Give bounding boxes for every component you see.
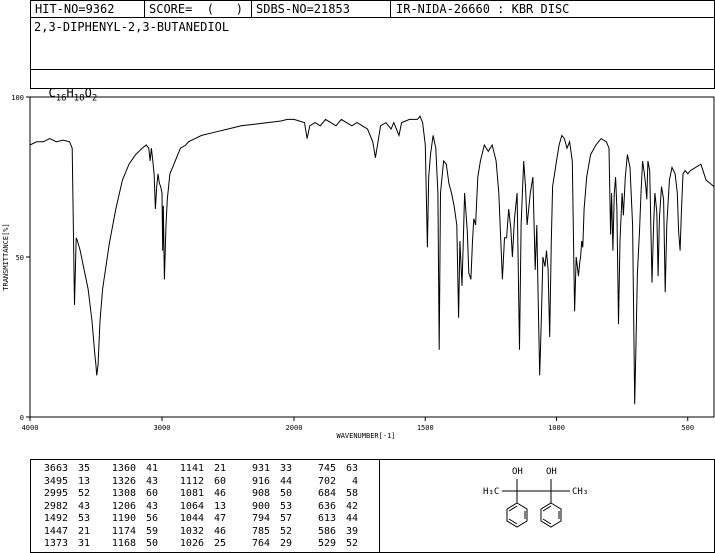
x-axis-label: WAVENUMBER[-1] xyxy=(336,432,395,440)
right-phenyl-ring xyxy=(540,502,562,528)
oh-label-right: OH xyxy=(546,467,557,477)
peak-wavenumber: 1360 xyxy=(111,463,136,474)
peak-wavenumber: 1492 xyxy=(43,513,68,524)
x-tick-label: 500 xyxy=(681,424,694,432)
peak-wavenumber: 1326 xyxy=(111,475,136,487)
peak-wavenumber: 931 xyxy=(251,463,270,474)
peak-transmittance: 44 xyxy=(279,475,292,487)
peak-transmittance: 35 xyxy=(77,463,90,474)
peak-wavenumber: 764 xyxy=(251,538,270,549)
peak-transmittance: 57 xyxy=(279,513,292,524)
peak-wavenumber: 745 xyxy=(317,463,336,474)
peak-wavenumber: 1174 xyxy=(111,525,136,537)
ch3-label-right: CH₃ xyxy=(572,487,588,497)
peak-transmittance: 47 xyxy=(213,513,226,524)
peak-wavenumber: 1064 xyxy=(179,500,204,512)
peak-wavenumber: 1081 xyxy=(179,488,204,499)
peak-transmittance: 60 xyxy=(145,488,158,499)
spectrum-line xyxy=(29,115,715,405)
y-tick-label: 0 xyxy=(20,414,24,422)
peak-transmittance: 63 xyxy=(345,463,358,474)
peak-wavenumber: 1373 xyxy=(43,538,68,549)
peak-wavenumber: 1026 xyxy=(179,538,204,549)
peak-wavenumber: 1032 xyxy=(179,525,204,537)
peak-wavenumber: 636 xyxy=(317,500,336,512)
peak-transmittance: 13 xyxy=(213,500,226,512)
peak-transmittance: 13 xyxy=(77,475,90,487)
left-phenyl-ring xyxy=(506,502,528,528)
peak-wavenumber: 3495 xyxy=(43,475,68,487)
peak-transmittance: 56 xyxy=(145,513,158,524)
peak-wavenumber: 2995 xyxy=(43,488,68,499)
peak-wavenumber: 1308 xyxy=(111,488,136,499)
peak-transmittance: 39 xyxy=(345,525,358,537)
peak-wavenumber: 586 xyxy=(317,525,336,537)
peak-transmittance: 43 xyxy=(77,500,90,512)
x-tick-label: 3000 xyxy=(154,424,171,432)
x-tick-label: 1500 xyxy=(417,424,434,432)
ir-spectrum-chart: 4000 3000 2000 1500 1000 500100500WAVENUMBER[… xyxy=(2,94,715,440)
peak-wavenumber: 1168 xyxy=(111,538,136,549)
peak-wavenumber: 1112 xyxy=(179,475,204,487)
peak-transmittance: 46 xyxy=(213,525,226,537)
x-tick-label: 4000 xyxy=(22,424,39,432)
peak-transmittance: 31 xyxy=(77,538,90,549)
peak-transmittance: 59 xyxy=(145,525,158,537)
peak-transmittance: 44 xyxy=(345,513,358,524)
peak-wavenumber: 3663 xyxy=(43,463,68,474)
peak-wavenumber: 529 xyxy=(317,538,336,549)
peak-wavenumber: 2982 xyxy=(43,500,68,512)
peak-transmittance: 60 xyxy=(213,475,226,487)
peak-transmittance: 52 xyxy=(345,538,358,549)
peak-transmittance: 25 xyxy=(213,538,226,549)
y-axis-label: TRANSMITTANCE[%] xyxy=(2,223,10,290)
peak-transmittance: 41 xyxy=(145,463,158,474)
y-tick-label: 100 xyxy=(11,94,24,102)
peak-wavenumber: 1206 xyxy=(111,500,136,512)
y-tick-label: 50 xyxy=(16,254,24,262)
peak-wavenumber: 900 xyxy=(251,500,270,512)
ch3-label-left: H₃C xyxy=(483,487,499,497)
oh-label-left: OH xyxy=(512,467,523,477)
peak-wavenumber: 785 xyxy=(251,525,270,537)
peak-transmittance: 43 xyxy=(145,500,158,512)
peak-wavenumber: 794 xyxy=(251,513,270,524)
peak-wavenumber: 916 xyxy=(251,475,270,487)
peak-transmittance: 43 xyxy=(145,475,158,487)
x-tick-label: 2000 xyxy=(286,424,303,432)
peak-transmittance: 29 xyxy=(279,538,292,549)
plot-frame xyxy=(29,96,715,418)
peak-wavenumber: 1044 xyxy=(179,513,204,524)
peak-wavenumber: 1190 xyxy=(111,513,136,524)
peak-wavenumber: 684 xyxy=(317,488,336,499)
x-tick-label: 1000 xyxy=(548,424,565,432)
peak-transmittance: 52 xyxy=(279,525,292,537)
peak-transmittance: 42 xyxy=(345,500,358,512)
peak-wavenumber: 702 xyxy=(317,475,336,487)
molecular-structure: OH OH H₃C CH₃ xyxy=(483,467,588,528)
peak-wavenumber: 1141 xyxy=(179,463,204,474)
peak-transmittance: 52 xyxy=(77,488,90,499)
peak-wavenumber: 908 xyxy=(251,488,270,499)
peak-transmittance: 50 xyxy=(279,488,292,499)
peak-transmittance: 33 xyxy=(279,463,292,474)
peak-transmittance: 58 xyxy=(345,488,358,499)
peak-transmittance: 46 xyxy=(213,488,226,499)
peak-transmittance: 21 xyxy=(213,463,226,474)
peak-wavenumber: 1447 xyxy=(43,525,68,537)
peak-transmittance: 50 xyxy=(145,538,158,549)
peak-transmittance: 21 xyxy=(77,525,90,537)
peak-wavenumber: 613 xyxy=(317,513,336,524)
peak-transmittance: 4 xyxy=(351,475,358,487)
peak-transmittance: 53 xyxy=(279,500,292,512)
peak-transmittance: 53 xyxy=(77,513,90,524)
